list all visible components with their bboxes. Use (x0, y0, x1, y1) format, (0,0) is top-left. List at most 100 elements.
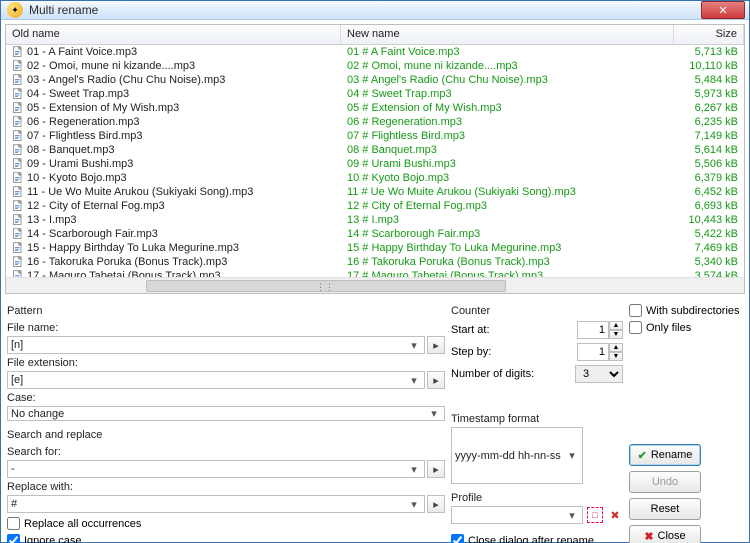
table-row[interactable]: 03 - Angel's Radio (Chu Chu Noise).mp303… (6, 73, 744, 87)
old-name-cell: 05 - Extension of My Wish.mp3 (27, 102, 179, 114)
column-header-new[interactable]: New name (341, 25, 674, 44)
file-icon (12, 144, 24, 156)
old-name-cell: 07 - Flightless Bird.mp3 (27, 130, 143, 142)
chevron-down-icon: ▾ (407, 463, 421, 476)
file-extension-menu-button[interactable]: ▸ (427, 371, 445, 389)
size-cell: 5,484 kB (674, 74, 744, 86)
timestamp-combo[interactable]: yyyy-mm-dd hh-nn-ss ▾ (451, 427, 583, 484)
step-by-spinner[interactable]: ▲▼ (577, 343, 623, 361)
horizontal-scrollbar[interactable]: ⋮⋮ (6, 277, 744, 293)
old-name-cell: 09 - Urami Bushi.mp3 (27, 158, 133, 170)
profile-heading: Profile (451, 492, 623, 504)
new-name-cell: 01 # A Faint Voice.mp3 (341, 46, 674, 58)
case-combo[interactable]: No change ▾ (7, 406, 445, 421)
table-row[interactable]: 05 - Extension of My Wish.mp3 05 # Extens… (6, 101, 744, 115)
new-name-cell: 08 # Banquet.mp3 (341, 144, 674, 156)
chevron-down-icon: ▾ (565, 509, 579, 522)
size-cell: 6,379 kB (674, 172, 744, 184)
ignore-case-checkbox[interactable]: Ignore case (7, 534, 445, 543)
filename-pattern-menu-button[interactable]: ▸ (427, 336, 445, 354)
new-name-cell: 10 # Kyoto Bojo.mp3 (341, 172, 674, 184)
reset-button[interactable]: Reset (629, 498, 701, 520)
column-header-size[interactable]: Size (674, 25, 744, 44)
size-cell: 5,340 kB (674, 256, 744, 268)
old-name-cell: 13 - I.mp3 (27, 214, 77, 226)
table-row[interactable]: 11 - Ue Wo Muite Arukou (Sukiyaki Song).… (6, 185, 744, 199)
table-row[interactable]: 09 - Urami Bushi.mp3 09 # Urami Bushi.mp3… (6, 157, 744, 171)
old-name-cell: 16 - Takoruka Poruka (Bonus Track).mp3 (27, 256, 227, 268)
table-row[interactable]: 07 - Flightless Bird.mp3 07 # Flightless … (6, 129, 744, 143)
file-icon (12, 242, 24, 254)
column-header-old[interactable]: Old name (6, 25, 341, 44)
profile-save-button[interactable]: □ (587, 507, 603, 523)
with-subdirectories-checkbox[interactable]: With subdirectories (629, 304, 743, 317)
table-row[interactable]: 01 - A Faint Voice.mp3 01 # A Faint Voice… (6, 45, 744, 59)
size-cell: 10,443 kB (674, 214, 744, 226)
spin-down-icon[interactable]: ▼ (609, 330, 623, 339)
table-row[interactable]: 06 - Regeneration.mp306 # Regeneration.m… (6, 115, 744, 129)
table-row[interactable]: 13 - I.mp313 # I.mp310,443 kB (6, 213, 744, 227)
file-icon (12, 46, 24, 58)
old-name-cell: 04 - Sweet Trap.mp3 (27, 88, 129, 100)
new-name-cell: 09 # Urami Bushi.mp3 (341, 158, 674, 170)
spin-up-icon[interactable]: ▲ (609, 343, 623, 352)
replace-with-menu-button[interactable]: ▸ (427, 495, 445, 513)
start-at-spinner[interactable]: ▲▼ (577, 321, 623, 339)
chevron-down-icon: ▾ (407, 339, 421, 352)
table-row[interactable]: 14 - Scarborough Fair.mp314 # Scarboroug… (6, 227, 744, 241)
table-row[interactable]: 16 - Takoruka Poruka (Bonus Track).mp316… (6, 255, 744, 269)
search-replace-heading: Search and replace (7, 429, 445, 441)
digits-label: Number of digits: (451, 368, 575, 380)
replace-with-combo[interactable]: # ▾ (7, 495, 425, 513)
file-icon (12, 172, 24, 184)
profile-combo[interactable]: ▾ (451, 506, 583, 524)
close-after-checkbox[interactable]: Close dialog after rename (451, 534, 623, 543)
window-close-button[interactable]: ✕ (701, 1, 745, 19)
file-icon (12, 88, 24, 100)
new-name-cell: 07 # Flightless Bird.mp3 (341, 130, 674, 142)
search-for-menu-button[interactable]: ▸ (427, 460, 445, 478)
spin-down-icon[interactable]: ▼ (609, 352, 623, 361)
undo-button[interactable]: Undo (629, 471, 701, 493)
new-name-cell: 02 # Omoi, mune ni kizande....mp3 (341, 60, 674, 72)
file-icon (12, 214, 24, 226)
profile-delete-button[interactable]: ✖ (607, 507, 623, 523)
size-cell: 6,267 kB (674, 102, 744, 114)
digits-select[interactable]: 3 (575, 365, 623, 383)
replace-all-checkbox[interactable]: Replace all occurrences (7, 517, 445, 530)
triangle-icon: ▸ (433, 374, 439, 387)
rename-button[interactable]: ✔ Rename (629, 444, 701, 466)
old-name-cell: 11 - Ue Wo Muite Arukou (Sukiyaki Song).… (27, 186, 253, 198)
filename-pattern-combo[interactable]: [n] ▾ (7, 336, 425, 354)
table-row[interactable]: 10 - Kyoto Bojo.mp310 # Kyoto Bojo.mp36,… (6, 171, 744, 185)
spin-up-icon[interactable]: ▲ (609, 321, 623, 330)
close-button[interactable]: ✖ Close (629, 525, 701, 543)
table-row[interactable]: 12 - City of Eternal Fog.mp312 # City of… (6, 199, 744, 213)
app-icon: ✦ (7, 2, 23, 18)
old-name-cell: 03 - Angel's Radio (Chu Chu Noise).mp3 (27, 74, 225, 86)
table-row[interactable]: 04 - Sweet Trap.mp304 # Sweet Trap.mp35,… (6, 87, 744, 101)
table-row[interactable]: 17 - Maguro Tabetai (Bonus Track).mp317 … (6, 269, 744, 277)
old-name-cell: 12 - City of Eternal Fog.mp3 (27, 200, 165, 212)
new-name-cell: 05 # Extension of My Wish.mp3 (341, 102, 674, 114)
size-cell: 7,149 kB (674, 130, 744, 142)
size-cell: 5,506 kB (674, 158, 744, 170)
file-extension-combo[interactable]: [e] ▾ (7, 371, 425, 389)
titlebar[interactable]: ✦ Multi rename ✕ (1, 1, 749, 20)
old-name-cell: 06 - Regeneration.mp3 (27, 116, 140, 128)
old-name-cell: 01 - A Faint Voice.mp3 (27, 46, 137, 58)
new-name-cell: 14 # Scarborough Fair.mp3 (341, 228, 674, 240)
table-row[interactable]: 08 - Banquet.mp308 # Banquet.mp35,614 kB (6, 143, 744, 157)
file-icon (12, 116, 24, 128)
size-cell: 5,713 kB (674, 46, 744, 58)
triangle-icon: ▸ (433, 339, 439, 352)
window-title: Multi rename (29, 3, 98, 17)
table-row[interactable]: 15 - Happy Birthday To Luka Megurine.mp3… (6, 241, 744, 255)
table-row[interactable]: 02 - Omoi, mune ni kizande....mp302 # Om… (6, 59, 744, 73)
triangle-icon: ▸ (433, 463, 439, 476)
file-table: Old name New name Size 01 - A Faint Voic… (5, 24, 745, 294)
only-files-checkbox[interactable]: Only files (629, 321, 743, 334)
search-for-combo[interactable]: - ▾ (7, 460, 425, 478)
timestamp-heading: Timestamp format (451, 413, 623, 425)
close-icon: ✕ (718, 4, 727, 17)
